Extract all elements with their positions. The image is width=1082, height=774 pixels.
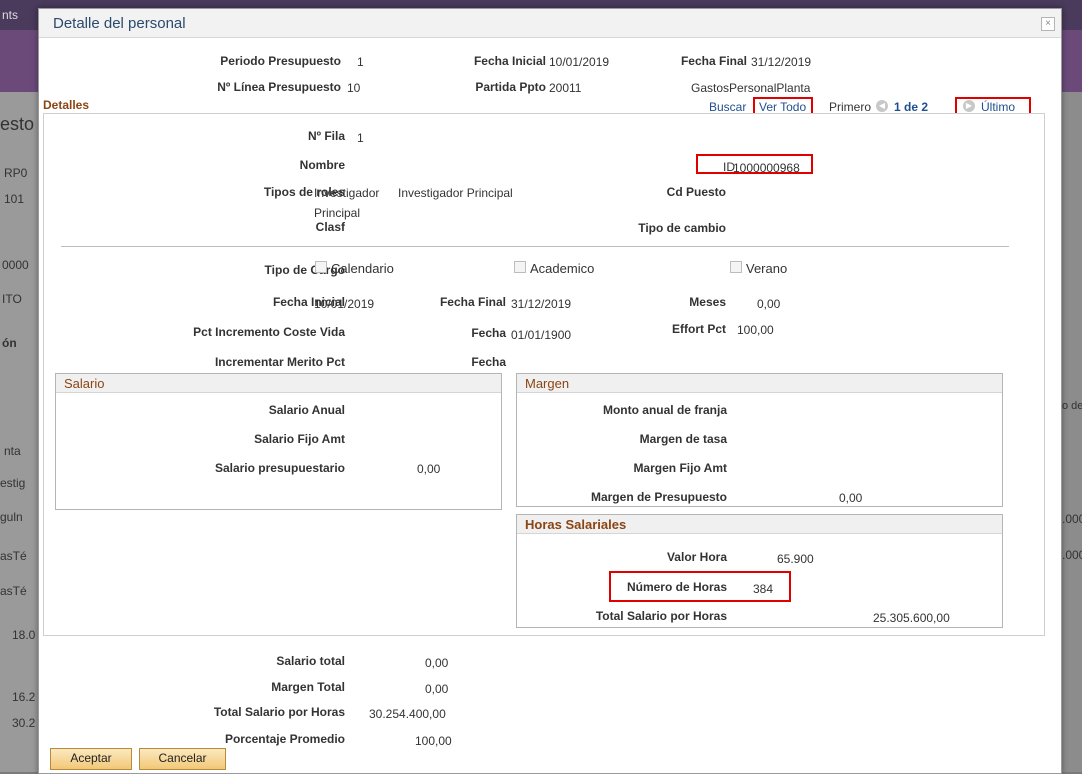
verano-checkbox[interactable] <box>730 261 742 273</box>
close-icon[interactable]: × <box>1041 17 1055 31</box>
salario-header: Salario <box>56 374 501 393</box>
partida-value: 20011 <box>549 81 582 95</box>
valor-hora-label: Valor Hora <box>666 550 727 564</box>
partida-label: Partida Ppto <box>475 80 546 94</box>
totals-salario-horas-label: Total Salario por Horas <box>213 705 345 719</box>
margen-presupuesto-value: 0,00 <box>839 491 863 505</box>
calendario-checkbox[interactable] <box>315 261 327 273</box>
porcentaje-label: Porcentaje Promedio <box>224 732 345 746</box>
fecha-inicial-value: 10/01/2019 <box>314 297 375 311</box>
buscar-link[interactable]: Buscar <box>709 100 746 114</box>
horas-header: Horas Salariales <box>517 515 1002 534</box>
background-fragment: o de <box>1062 400 1082 412</box>
aceptar-button[interactable]: Aceptar <box>50 748 132 770</box>
salario-presupuestario-label: Salario presupuestario <box>214 461 345 475</box>
margen-total-value: 0,00 <box>425 682 449 696</box>
effort-label: Effort Pct <box>672 322 726 336</box>
header-fecha-inicial-value: 10/01/2019 <box>549 55 610 69</box>
valor-hora-value: 65.900 <box>777 552 814 566</box>
total-salario-horas-label: Total Salario por Horas <box>595 609 727 623</box>
meses-value: 0,00 <box>757 297 781 311</box>
highlight-id <box>696 154 813 174</box>
background-fragment: estig <box>0 476 26 490</box>
fecha-final-value: 31/12/2019 <box>511 297 572 311</box>
total-salario-horas-value: 25.305.600,00 <box>873 611 950 625</box>
effort-value: 100,00 <box>737 323 774 337</box>
dialog-titlebar: Detalle del personal × <box>39 9 1061 38</box>
background-fragment: .000 <box>1062 548 1082 562</box>
background-fragment: RP0 <box>4 166 28 180</box>
margen-presupuesto-label: Margen de Presupuesto <box>590 490 727 504</box>
academico-label: Academico <box>530 261 595 276</box>
pct-coste-vida-label: Pct Incremento Coste Vida <box>193 325 345 339</box>
clasf-label: Clasf <box>315 220 345 234</box>
background-fragment: esto <box>0 114 35 134</box>
meses-label: Meses <box>689 295 726 309</box>
primero-label[interactable]: Primero <box>829 100 871 114</box>
header-fecha-final-label: Fecha Final <box>680 54 747 68</box>
background-fragment: 18.0 <box>12 628 36 642</box>
divider <box>61 246 1009 247</box>
background-fragment: nta <box>4 444 21 458</box>
background-fragment: 16.2 <box>12 690 36 704</box>
periodo-label: Periodo Presupuesto <box>220 54 341 68</box>
background-fragment: 0000 <box>2 258 29 272</box>
merito-label: Incrementar Merito Pct <box>214 355 345 369</box>
periodo-value: 1 <box>357 55 364 69</box>
personal-detail-dialog: Detalle del personal × Periodo Presupues… <box>38 8 1062 774</box>
background-fragment: ón <box>2 336 17 350</box>
nombre-label: Nombre <box>299 158 345 172</box>
academico-checkbox[interactable] <box>514 261 526 273</box>
detalles-title: Detalles <box>43 98 90 112</box>
background-fragment: asTé <box>0 584 27 598</box>
fila-label: Nº Fila <box>307 129 345 143</box>
salario-title: Salario <box>64 376 105 391</box>
linea-label: Nº Línea Presupuesto <box>217 80 341 94</box>
roles-value-1: Investigador <box>314 186 380 200</box>
linea-value: 10 <box>347 81 361 95</box>
background-fragment: 101 <box>4 192 25 206</box>
pager-count: 1 de 2 <box>894 100 929 114</box>
background-fragment: .000 <box>1062 512 1082 526</box>
fecha-value: 01/01/1900 <box>511 328 572 342</box>
background-fragment: ITO <box>2 292 22 306</box>
margen-fijo-label: Margen Fijo Amt <box>633 461 727 475</box>
partida-description: GastosPersonalPlanta <box>691 81 811 95</box>
cd-puesto-label: Cd Puesto <box>666 185 726 199</box>
salario-total-label: Salario total <box>276 654 345 668</box>
calendario-label: Calendario <box>331 261 394 276</box>
background-fragment: guln <box>0 510 23 524</box>
margen-title: Margen <box>525 376 570 391</box>
previous-icon[interactable]: ◀ <box>876 100 888 112</box>
salario-fijo-label: Salario Fijo Amt <box>254 432 345 446</box>
highlight-numero-horas <box>609 571 791 602</box>
roles-value-2: Investigador Principal <box>398 186 513 200</box>
fecha-final-label: Fecha Final <box>439 295 506 309</box>
cancelar-button[interactable]: Cancelar <box>139 748 226 770</box>
roles-value-1b: Principal <box>314 206 361 220</box>
fecha-label: Fecha <box>471 326 506 340</box>
salario-anual-label: Salario Anual <box>268 403 345 417</box>
salario-presupuestario-value: 0,00 <box>417 462 441 476</box>
header-fecha-inicial-label: Fecha Inicial <box>473 54 546 68</box>
header-fecha-final-value: 31/12/2019 <box>751 55 812 69</box>
totals-salario-horas-value: 30.254.400,00 <box>369 707 446 721</box>
background-fragment: asTé <box>0 549 27 563</box>
background-tab: nts <box>2 8 19 22</box>
porcentaje-value: 100,00 <box>415 734 452 748</box>
background-left-column: esto RP0 101 0000 ITO ón nta estig guln … <box>0 92 38 772</box>
fila-value: 1 <box>357 131 364 145</box>
salario-total-value: 0,00 <box>425 656 449 670</box>
tipo-cambio-label: Tipo de cambio <box>638 221 726 235</box>
margen-total-label: Margen Total <box>271 680 345 694</box>
horas-title: Horas Salariales <box>525 517 627 532</box>
margen-panel: Margen <box>516 373 1003 507</box>
verano-label: Verano <box>746 261 788 276</box>
margen-header: Margen <box>517 374 1002 393</box>
background-fragment: 30.2 <box>12 716 36 730</box>
dialog-title: Detalle del personal <box>53 15 186 32</box>
margen-tasa-label: Margen de tasa <box>639 432 727 446</box>
monto-franja-label: Monto anual de franja <box>602 403 727 417</box>
fecha-2-label: Fecha <box>471 355 506 369</box>
